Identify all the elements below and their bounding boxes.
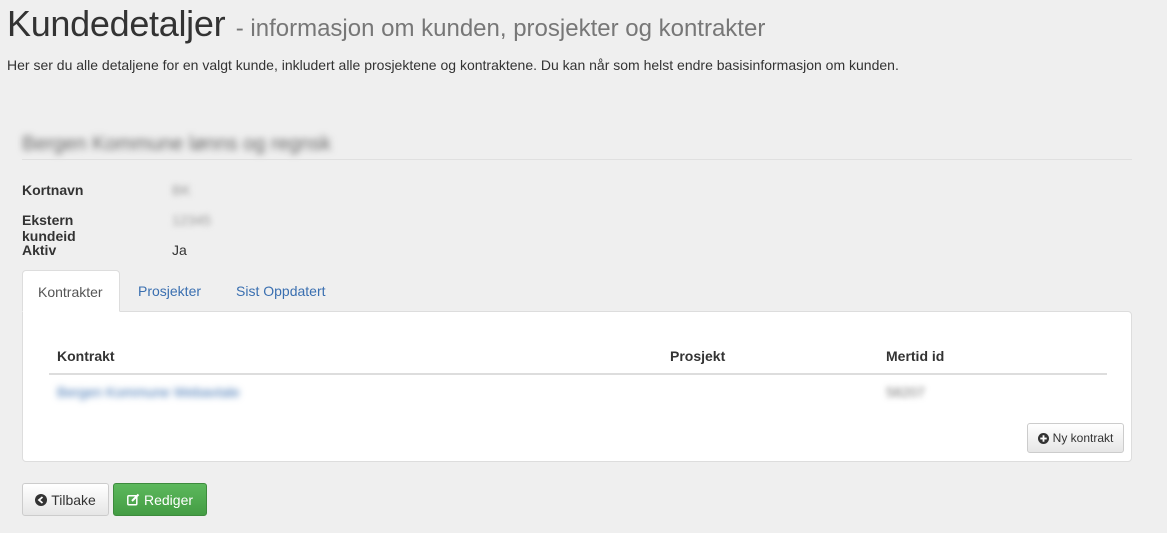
page-header: Kundedetaljer - informasjon om kunden, p… xyxy=(7,3,765,45)
tab-kontrakter[interactable]: Kontrakter xyxy=(22,270,120,312)
detail-value-ekstern-kundeid: 12345 xyxy=(172,212,211,228)
edit-button[interactable]: Rediger xyxy=(113,483,207,516)
column-header-prosjekt: Prosjekt xyxy=(670,348,726,364)
page-description: Her ser du alle detaljene for en valgt k… xyxy=(7,57,899,73)
column-header-kontrakt: Kontrakt xyxy=(57,348,115,364)
tab-sist-oppdatert[interactable]: Sist Oppdatert xyxy=(221,270,341,312)
detail-value-aktiv: Ja xyxy=(172,242,187,258)
page-title: Kundedetaljer xyxy=(7,3,226,44)
contracts-table-header: Kontrakt Prosjekt Mertid id xyxy=(49,346,1107,375)
customer-details-page: Kundedetaljer - informasjon om kunden, p… xyxy=(0,0,1167,533)
section-divider xyxy=(22,159,1132,160)
new-contract-label: Ny kontrakt xyxy=(1052,431,1114,445)
contract-mertid-id: 58207 xyxy=(886,384,925,400)
contract-link[interactable]: Bergen Kommune Webavtale xyxy=(57,384,240,400)
plus-circle-icon xyxy=(1037,432,1049,444)
edit-icon xyxy=(127,493,140,506)
customer-name-heading: Bergen Kommune lønns og regnsk xyxy=(22,133,332,155)
detail-value-kortnavn: BK xyxy=(172,182,191,198)
page-subtitle: - informasjon om kunden, prosjekter og k… xyxy=(235,15,766,42)
contracts-tab-panel: Kontrakt Prosjekt Mertid id Bergen Kommu… xyxy=(22,311,1132,462)
column-header-mertid-id: Mertid id xyxy=(886,348,945,364)
tab-prosjekter[interactable]: Prosjekter xyxy=(123,270,216,312)
detail-label: Kortnavn xyxy=(22,182,84,198)
arrow-left-circle-icon xyxy=(35,493,48,506)
table-row: Bergen Kommune Webavtale 58207 xyxy=(49,382,1107,406)
detail-label: Ekstern kundeid xyxy=(22,212,76,244)
back-button[interactable]: Tilbake xyxy=(22,483,109,516)
back-label: Tilbake xyxy=(51,491,96,508)
edit-label: Rediger xyxy=(143,491,194,508)
new-contract-button[interactable]: Ny kontrakt xyxy=(1027,423,1124,453)
detail-label: Aktiv xyxy=(22,242,57,258)
